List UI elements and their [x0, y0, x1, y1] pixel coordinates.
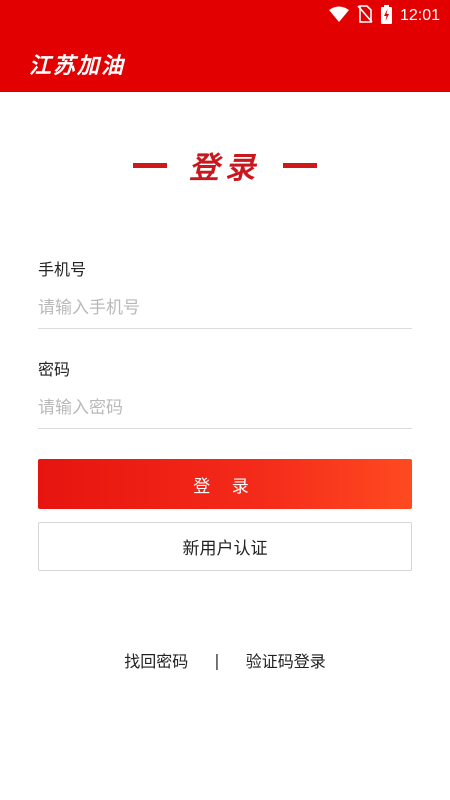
sms-code-login-link[interactable]: 验证码登录	[246, 648, 326, 672]
heading-right-dash	[283, 162, 317, 168]
status-icons: 12:01	[328, 4, 440, 28]
no-sim-icon	[357, 5, 373, 27]
password-input[interactable]	[38, 388, 412, 429]
app-title: 江苏加油	[29, 54, 126, 79]
battery-charging-icon	[380, 4, 392, 28]
wifi-icon	[328, 6, 349, 26]
password-label: 密码	[38, 360, 71, 379]
new-user-verify-button[interactable]: 新用户认证	[38, 522, 412, 571]
footer-links: 找回密码 | 验证码登录	[0, 648, 450, 672]
status-time: 12:01	[399, 7, 440, 24]
login-button[interactable]: 登 录	[38, 459, 412, 509]
recover-password-link[interactable]: 找回密码	[124, 648, 188, 672]
status-bar: 12:01	[0, 0, 450, 32]
heading-left-dash	[133, 162, 167, 168]
phone-input[interactable]	[38, 288, 412, 329]
app-bar: 江苏加油	[0, 32, 450, 92]
login-heading: 登录	[0, 145, 450, 186]
page-title: 登录	[189, 151, 261, 186]
link-separator: |	[214, 650, 220, 670]
phone-label: 手机号	[38, 260, 87, 279]
